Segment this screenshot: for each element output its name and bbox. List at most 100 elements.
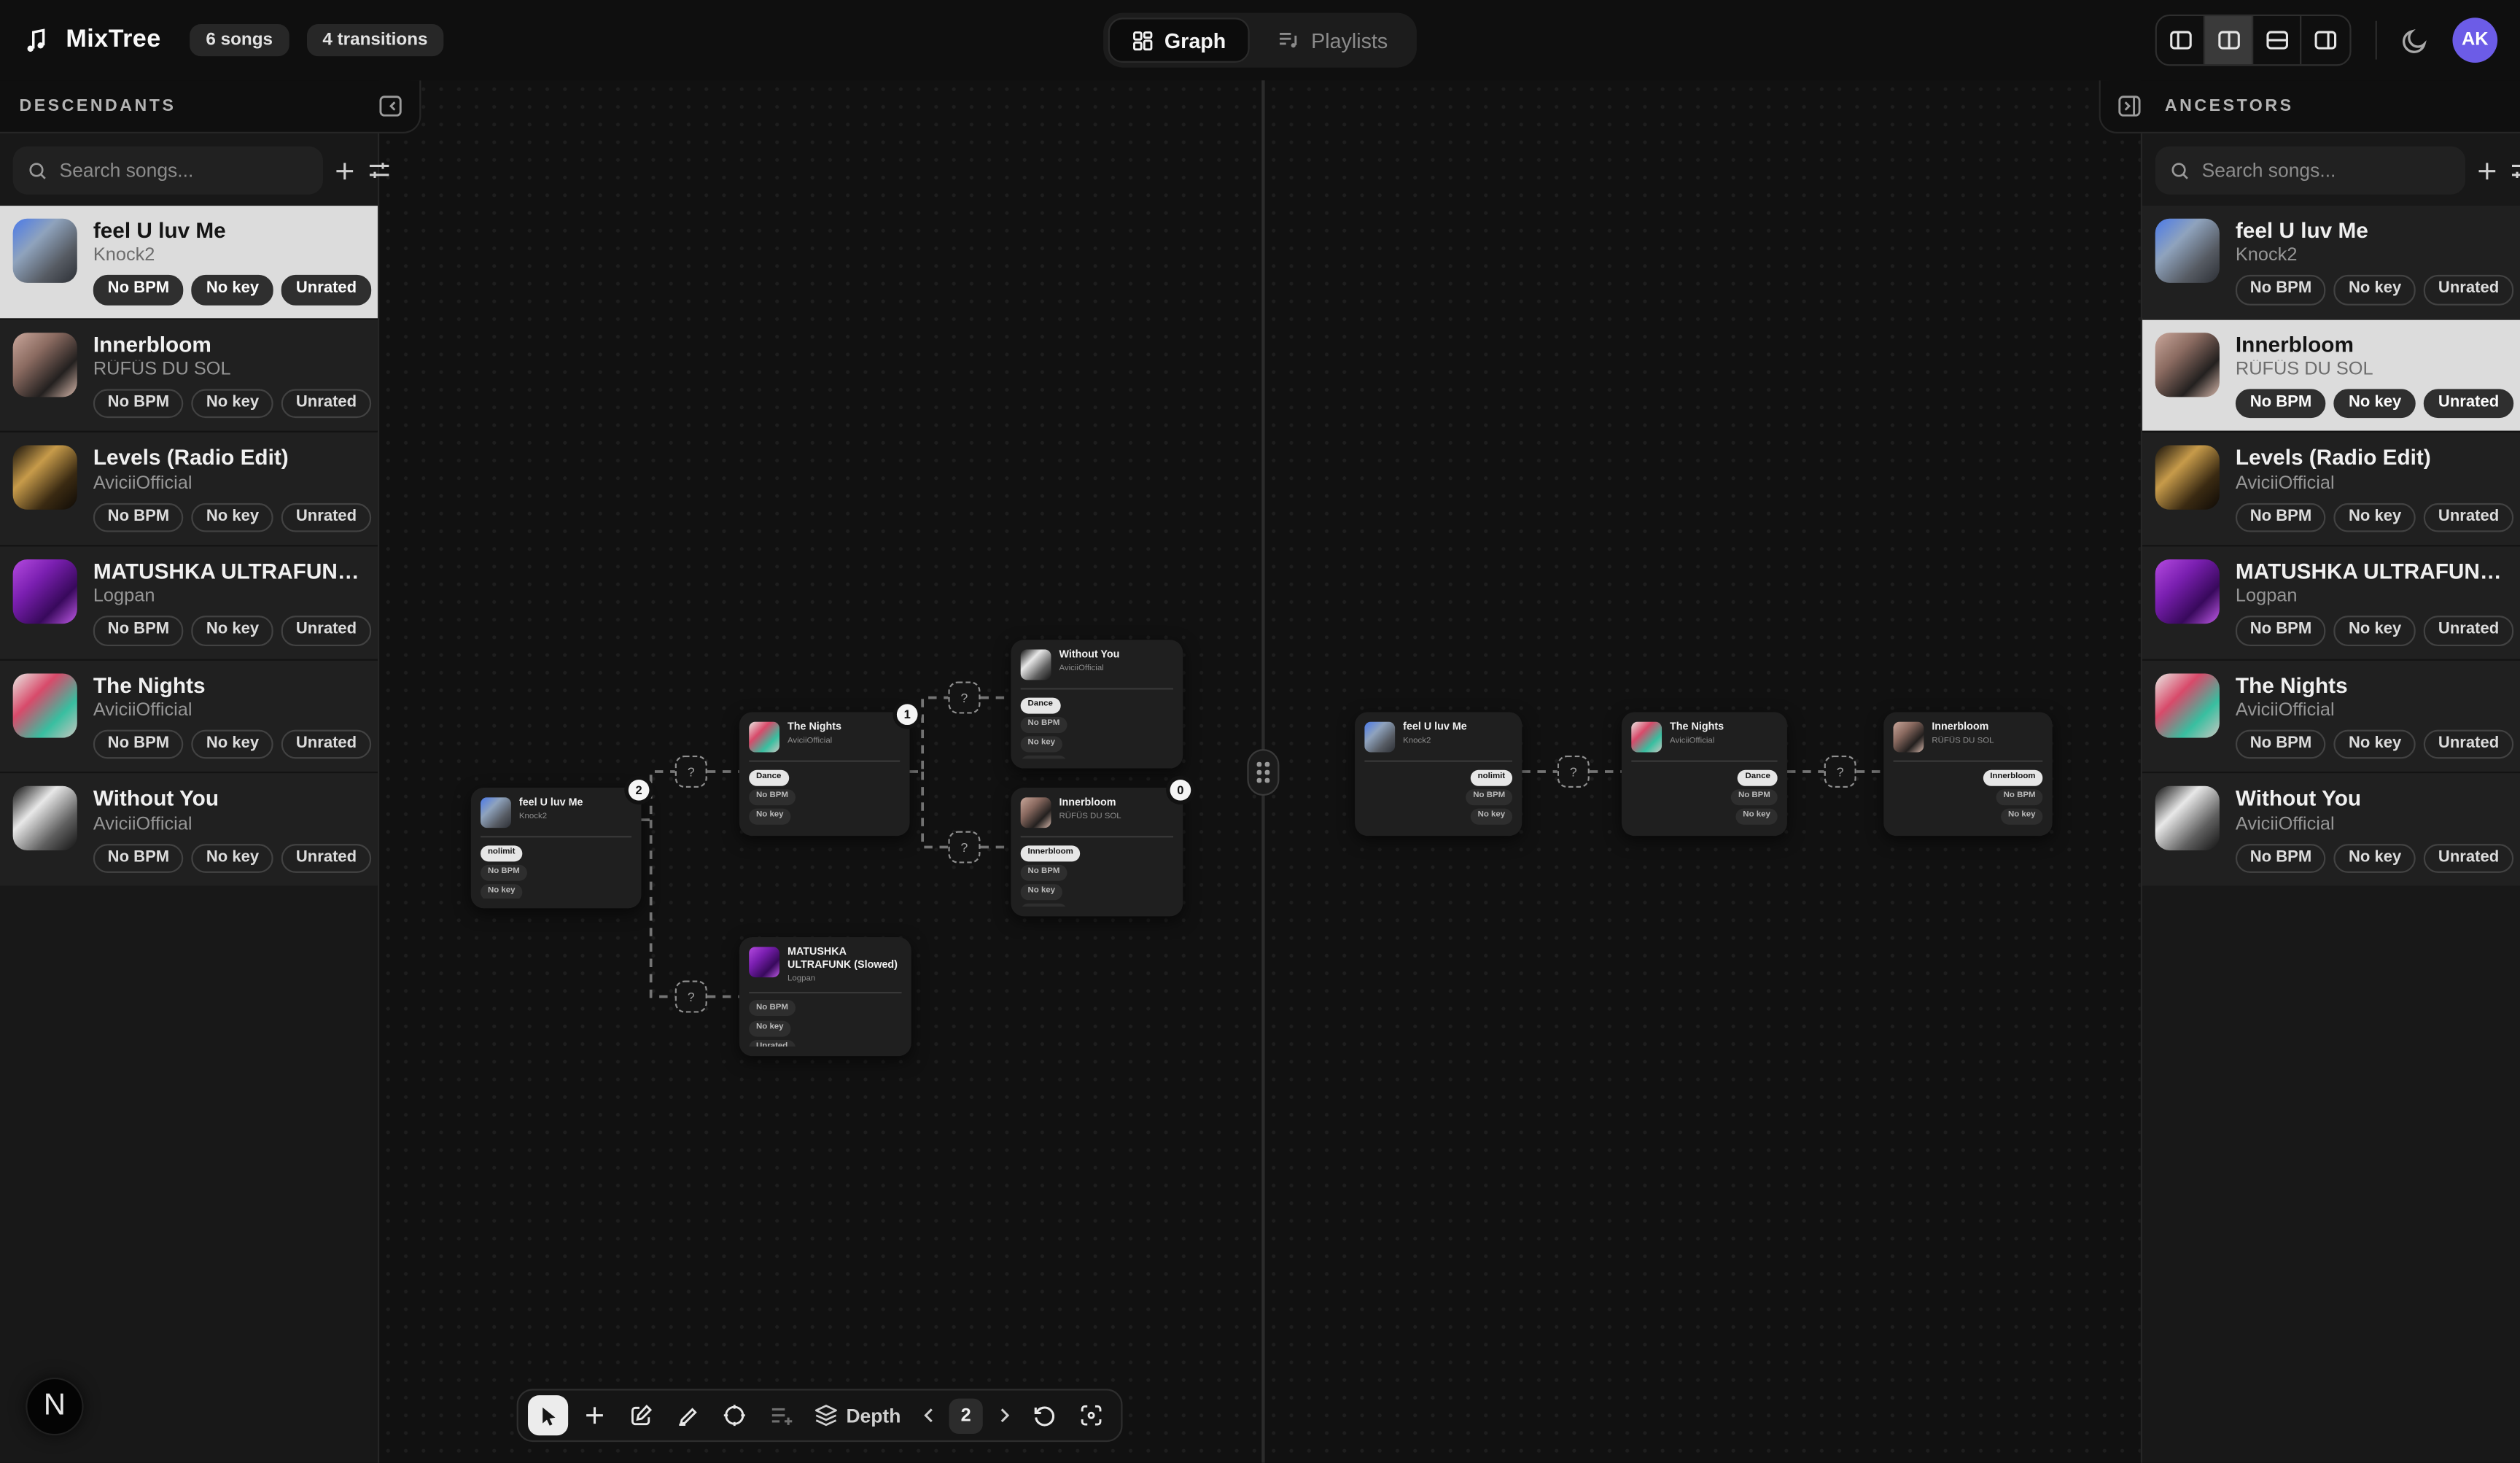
ancestors-search-input[interactable] — [2202, 159, 2451, 182]
song-artist: Logpan — [2236, 587, 2504, 606]
node-divider — [1364, 761, 1512, 762]
panel-left-collapse-icon[interactable] — [375, 90, 407, 122]
node-tag: No key — [1021, 736, 1062, 752]
graph-node-feel-0[interactable]: feel U luv MeKnock2nolimitNo BPMNo keyUn… — [471, 788, 642, 908]
graph-node-body: feel U luv MeKnock2nolimitNo BPMNo keyUn… — [481, 797, 631, 899]
song-badge: Unrated — [2424, 389, 2513, 419]
pane-resize-handle[interactable] — [1247, 749, 1279, 796]
tab-playlists[interactable]: Playlists — [1253, 18, 1412, 63]
graph-node-innerbloom-1[interactable]: InnerbloomRÜFÜS DU SOLInnerbloomNo BPMNo… — [1883, 712, 2052, 836]
graph-node-matushka-0[interactable]: MATUSHKA ULTRAFUNK (Slowed)LogpanNo BPMN… — [739, 937, 911, 1056]
list-add-tool[interactable] — [761, 1396, 801, 1436]
song-list-item-levels[interactable]: Levels (Radio Edit)AviciiOfficialNo BPMN… — [0, 432, 378, 546]
graph-node-head: The NightsAviciiOfficial — [1631, 722, 1778, 753]
transition-box[interactable]: ? — [1824, 756, 1856, 788]
node-count-badge[interactable]: 1 — [897, 704, 918, 725]
theme-toggle-moon-icon[interactable] — [2401, 26, 2428, 53]
depth-increase-chevron-right[interactable] — [989, 1397, 1019, 1435]
graph-node-feel-1[interactable]: feel U luv MeKnock2nolimitNo BPMNo keyUn… — [1355, 712, 1522, 836]
song-list-item-innerbloom[interactable]: InnerbloomRÜFÜS DU SOLNo BPMNo keyUnrate… — [2142, 318, 2520, 432]
descendants-add-song-button[interactable] — [332, 150, 357, 191]
grip-dots-icon — [1257, 762, 1269, 782]
song-list-item-matushka[interactable]: MATUSHKA ULTRAFUNK (Slowed)LogpanNo BPMN… — [2142, 545, 2520, 659]
graph-node-artist: RÜFÜS DU SOL — [1932, 737, 1994, 746]
depth-decrease-chevron-left[interactable] — [914, 1397, 943, 1435]
node-tag: Innerbloom — [1021, 845, 1081, 861]
song-badge: No key — [192, 730, 273, 760]
song-badge: No BPM — [2236, 616, 2326, 646]
crosshair-tool[interactable] — [715, 1396, 755, 1436]
song-info: Without YouAviciiOfficialNo BPMNo keyUnr… — [93, 787, 362, 873]
transition-box[interactable]: ? — [1558, 756, 1590, 788]
graph-node-nights-1[interactable]: The NightsAviciiOfficialDanceNo BPMNo ke… — [1622, 712, 1787, 836]
graph-node-artist: RÜFÜS DU SOL — [1059, 812, 1121, 821]
song-list-item-feel[interactable]: feel U luv MeKnock2No BPMNo keyUnrated — [0, 206, 378, 318]
depth-control: Depth — [814, 1404, 901, 1428]
focus-center-button[interactable] — [1071, 1396, 1111, 1436]
graph-node-body: feel U luv MeKnock2nolimitNo BPMNo keyUn… — [1364, 722, 1512, 826]
song-badge: No key — [192, 843, 273, 873]
graph-node-innerbloom-0[interactable]: InnerbloomRÜFÜS DU SOLInnerbloomNo BPMNo… — [1011, 788, 1183, 916]
layout-switcher — [2155, 15, 2352, 66]
song-list-item-levels[interactable]: Levels (Radio Edit)AviciiOfficialNo BPMN… — [2142, 432, 2520, 546]
song-badge: No BPM — [2236, 502, 2326, 532]
descendants-search-input[interactable] — [60, 159, 309, 182]
song-badges: No BPMNo keyUnrated — [2236, 616, 2504, 646]
song-list-item-nights[interactable]: The NightsAviciiOfficialNo BPMNo keyUnra… — [2142, 659, 2520, 772]
album-art — [13, 219, 77, 283]
graph-node-tags: DanceNo BPMNo keyUnrated — [749, 769, 900, 826]
nextjs-dev-badge[interactable]: N — [26, 1378, 83, 1435]
graph-node-nights-0[interactable]: The NightsAviciiOfficialDanceNo BPMNo ke… — [739, 712, 910, 836]
node-tag: Innerbloom — [1983, 769, 2042, 785]
user-avatar[interactable]: AK — [2452, 18, 2497, 63]
album-art — [1021, 649, 1051, 680]
graph-node-without-0[interactable]: Without YouAviciiOfficialDanceNo BPMNo k… — [1011, 640, 1183, 768]
highlighter-tool[interactable] — [668, 1396, 708, 1436]
panel-right-expand-icon[interactable] — [2113, 90, 2145, 122]
layout-split-rows-button[interactable] — [2253, 16, 2301, 64]
song-badges: No BPMNo keyUnrated — [2236, 502, 2504, 532]
transition-box[interactable]: ? — [948, 682, 980, 714]
node-divider — [1893, 761, 2042, 762]
add-node-tool[interactable] — [575, 1396, 615, 1436]
graph-node-title: feel U luv Me — [1403, 722, 1467, 734]
node-count-badge[interactable]: 2 — [629, 780, 650, 801]
app-title: MixTree — [66, 26, 160, 55]
select-cursor-tool[interactable] — [528, 1396, 568, 1436]
tab-graph-label: Graph — [1164, 28, 1226, 53]
song-list-item-innerbloom[interactable]: InnerbloomRÜFÜS DU SOLNo BPMNo keyUnrate… — [0, 318, 378, 432]
song-list-item-feel[interactable]: feel U luv MeKnock2No BPMNo keyUnrated — [2142, 206, 2520, 318]
song-badge: Unrated — [281, 843, 371, 873]
edit-tool[interactable] — [621, 1396, 661, 1436]
ancestors-panel-header: ANCESTORS — [2099, 80, 2520, 133]
ancestors-add-song-button[interactable] — [2475, 150, 2499, 191]
song-badge: No BPM — [93, 616, 184, 646]
song-list-item-without[interactable]: Without YouAviciiOfficialNo BPMNo keyUnr… — [2142, 772, 2520, 886]
layout-panel-left-button[interactable] — [2157, 16, 2205, 64]
transition-box[interactable]: ? — [675, 981, 707, 1013]
node-tag: Unrated — [749, 1039, 795, 1046]
song-artist: RÜFÜS DU SOL — [2236, 360, 2504, 379]
song-list-item-nights[interactable]: The NightsAviciiOfficialNo BPMNo keyUnra… — [0, 659, 378, 772]
song-artist: RÜFÜS DU SOL — [93, 360, 362, 379]
ancestors-sidebar: feel U luv MeKnock2No BPMNo keyUnratedIn… — [2141, 133, 2520, 1463]
graph-node-tags: nolimitNo BPMNo keyUnrated — [481, 845, 631, 899]
transition-box[interactable]: ? — [675, 756, 707, 788]
tab-graph[interactable]: Graph — [1108, 18, 1251, 63]
album-art — [13, 787, 77, 851]
node-count-badge[interactable]: 0 — [1170, 780, 1191, 801]
graph-node-artist: AviciiOfficial — [1059, 664, 1120, 674]
layout-split-columns-button[interactable] — [2205, 16, 2253, 64]
reset-rotate-ccw-button[interactable] — [1024, 1396, 1065, 1436]
transition-box[interactable]: ? — [948, 831, 980, 864]
graph-node-head: Without YouAviciiOfficial — [1021, 649, 1173, 680]
layout-panel-right-button[interactable] — [2301, 16, 2349, 64]
descendants-filter-icon[interactable] — [367, 150, 392, 191]
edge-line — [651, 820, 675, 996]
song-badges: No BPMNo keyUnrated — [2236, 843, 2504, 873]
graph-node-head: InnerbloomRÜFÜS DU SOL — [1893, 722, 2042, 753]
song-artist: AviciiOfficial — [93, 815, 362, 834]
song-list-item-without[interactable]: Without YouAviciiOfficialNo BPMNo keyUnr… — [0, 772, 378, 886]
ancestors-filter-icon[interactable] — [2509, 150, 2520, 191]
song-list-item-matushka[interactable]: MATUSHKA ULTRAFUNK (Slowed)LogpanNo BPMN… — [0, 545, 378, 659]
